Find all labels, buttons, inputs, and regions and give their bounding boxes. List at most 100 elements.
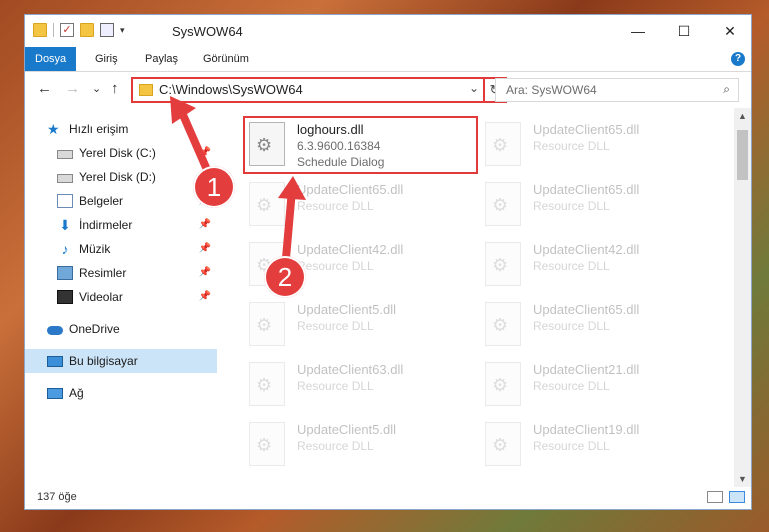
scroll-up-icon[interactable]: ▲ xyxy=(734,108,751,125)
documents-icon xyxy=(57,194,73,208)
search-box[interactable]: Ara: SysWOW64 ⌕ xyxy=(495,78,739,102)
sidebar-item-label: Belgeler xyxy=(79,194,124,208)
help-icon[interactable]: ? xyxy=(731,52,745,66)
search-icon[interactable]: ⌕ xyxy=(723,82,730,97)
sidebar-item-pictures[interactable]: Resimler 📌 xyxy=(25,261,217,285)
pin-icon[interactable]: 📌 xyxy=(199,291,211,302)
network-icon xyxy=(47,387,63,399)
dll-file-icon xyxy=(249,302,285,346)
disk-icon xyxy=(57,173,73,183)
sidebar-item-local-disk-c[interactable]: Yerel Disk (C:) 📌 xyxy=(25,141,217,165)
scrollbar-thumb[interactable] xyxy=(737,130,748,180)
disk-icon xyxy=(57,149,73,159)
dll-file-icon xyxy=(485,242,521,286)
up-arrow-icon[interactable]: ↑ xyxy=(111,80,119,97)
sidebar-item-label: OneDrive xyxy=(69,322,120,336)
sidebar-item-label: Resimler xyxy=(79,266,127,280)
back-arrow-icon[interactable]: ← xyxy=(37,80,52,97)
file-description: Resource DLL xyxy=(533,139,610,153)
forward-arrow-icon[interactable]: → xyxy=(65,80,80,97)
sidebar-item-label: Yerel Disk (D:) xyxy=(79,170,156,184)
ribbon-tabs: Dosya Giriş Paylaş Görünüm ? xyxy=(25,47,751,72)
tab-share[interactable]: Paylaş xyxy=(135,47,188,71)
file-description: Resource DLL xyxy=(297,199,374,213)
new-folder-icon[interactable] xyxy=(80,23,94,37)
sidebar-item-label: Ağ xyxy=(69,386,84,400)
file-name: UpdateClient19.dll xyxy=(533,422,640,437)
details-view-icon[interactable] xyxy=(707,491,723,503)
sidebar-item-label: Videolar xyxy=(79,290,123,304)
sidebar-item-network[interactable]: Ağ xyxy=(25,381,217,405)
file-description: Resource DLL xyxy=(297,259,374,273)
computer-icon xyxy=(47,355,63,367)
dll-file-icon xyxy=(249,362,285,406)
sidebar-item-onedrive[interactable]: OneDrive xyxy=(25,317,217,341)
file-description: Resource DLL xyxy=(297,439,374,453)
file-description: Resource DLL xyxy=(533,439,610,453)
file-version: 6.3.9600.16384 xyxy=(297,139,381,153)
file-item[interactable]: UpdateClient63.dll Resource DLL xyxy=(243,356,478,414)
file-item[interactable]: UpdateClient5.dll Resource DLL xyxy=(243,296,478,354)
file-item[interactable]: UpdateClient65.dll Resource DLL xyxy=(479,116,714,174)
file-item[interactable]: UpdateClient65.dll Resource DLL xyxy=(479,176,714,234)
sidebar-item-music[interactable]: ♪ Müzik 📌 xyxy=(25,237,217,261)
file-name: UpdateClient65.dll xyxy=(533,122,640,137)
file-item[interactable]: UpdateClient42.dll Resource DLL xyxy=(479,236,714,294)
file-name: UpdateClient65.dll xyxy=(533,182,640,197)
tab-home[interactable]: Giriş xyxy=(85,47,128,71)
window-title: SysWOW64 xyxy=(172,24,243,39)
minimize-button[interactable]: — xyxy=(615,15,661,47)
file-item[interactable]: UpdateClient5.dll Resource DLL xyxy=(243,416,478,474)
file-item[interactable]: UpdateClient21.dll Resource DLL xyxy=(479,356,714,414)
chevron-down-icon[interactable]: ⌄ xyxy=(469,81,479,95)
music-icon: ♪ xyxy=(61,241,69,257)
tab-view[interactable]: Görünüm xyxy=(193,47,259,71)
search-input[interactable]: Ara: SysWOW64 xyxy=(506,83,597,97)
file-item[interactable]: UpdateClient19.dll Resource DLL xyxy=(479,416,714,474)
maximize-button[interactable]: ☐ xyxy=(661,15,707,47)
file-item-loghours[interactable]: loghours.dll 6.3.9600.16384 Schedule Dia… xyxy=(243,116,478,174)
file-item[interactable]: UpdateClient65.dll Resource DLL xyxy=(479,296,714,354)
tab-file[interactable]: Dosya xyxy=(25,47,77,71)
dll-file-icon xyxy=(485,422,521,466)
file-name: UpdateClient63.dll xyxy=(297,362,404,377)
sidebar-item-this-pc[interactable]: Bu bilgisayar xyxy=(25,349,217,373)
sidebar-item-local-disk-d[interactable]: Yerel Disk (D:) 📌 xyxy=(25,165,217,189)
tiles-view-icon[interactable] xyxy=(729,491,745,503)
toolbar-dropdown-icon[interactable]: ▾ xyxy=(120,25,125,36)
file-description: Resource DLL xyxy=(533,259,610,273)
file-name: UpdateClient65.dll xyxy=(297,182,404,197)
sidebar-item-documents[interactable]: Belgeler 📌 xyxy=(25,189,217,213)
pin-icon[interactable]: 📌 xyxy=(199,147,211,158)
sidebar-item-downloads[interactable]: ⬇ İndirmeler 📌 xyxy=(25,213,217,237)
status-bar: 137 öğe xyxy=(25,487,751,509)
download-icon: ⬇ xyxy=(59,217,71,233)
scroll-down-icon[interactable]: ▼ xyxy=(734,471,751,488)
title-bar: ✓ ▾ SysWOW64 — ☐ ✕ xyxy=(25,15,751,47)
sidebar-item-quick-access[interactable]: ★ Hızlı erişim xyxy=(25,117,217,141)
file-item[interactable]: UpdateClient65.dll Resource DLL xyxy=(243,176,478,234)
address-path[interactable]: C:\Windows\SysWOW64 xyxy=(159,82,303,97)
navigation-pane: ★ Hızlı erişim Yerel Disk (C:) 📌 Yerel D… xyxy=(25,108,217,488)
sidebar-item-label: Müzik xyxy=(79,242,111,256)
properties-check-icon[interactable]: ✓ xyxy=(60,23,74,37)
item-count: 137 öğe xyxy=(37,491,77,503)
file-name: UpdateClient42.dll xyxy=(533,242,640,257)
recent-locations-icon[interactable]: ⌄ xyxy=(92,82,101,95)
folder-icon xyxy=(33,23,47,37)
pictures-icon xyxy=(57,266,73,280)
vertical-scrollbar[interactable]: ▲ ▼ xyxy=(734,108,751,488)
close-button[interactable]: ✕ xyxy=(707,15,753,47)
folder-icon xyxy=(139,84,153,96)
address-bar[interactable]: C:\Windows\SysWOW64 ⌄ xyxy=(131,77,485,103)
file-name: UpdateClient5.dll xyxy=(297,302,397,317)
sidebar-item-videos[interactable]: Videolar 📌 xyxy=(25,285,217,309)
customize-toolbar-icon[interactable] xyxy=(100,23,114,37)
pin-icon[interactable]: 📌 xyxy=(199,243,211,254)
pin-icon[interactable]: 📌 xyxy=(199,267,211,278)
file-description: Schedule Dialog xyxy=(297,155,385,169)
pin-icon[interactable]: 📌 xyxy=(199,219,211,230)
video-icon xyxy=(57,290,73,304)
file-description: Resource DLL xyxy=(533,199,610,213)
file-description: Resource DLL xyxy=(533,379,610,393)
